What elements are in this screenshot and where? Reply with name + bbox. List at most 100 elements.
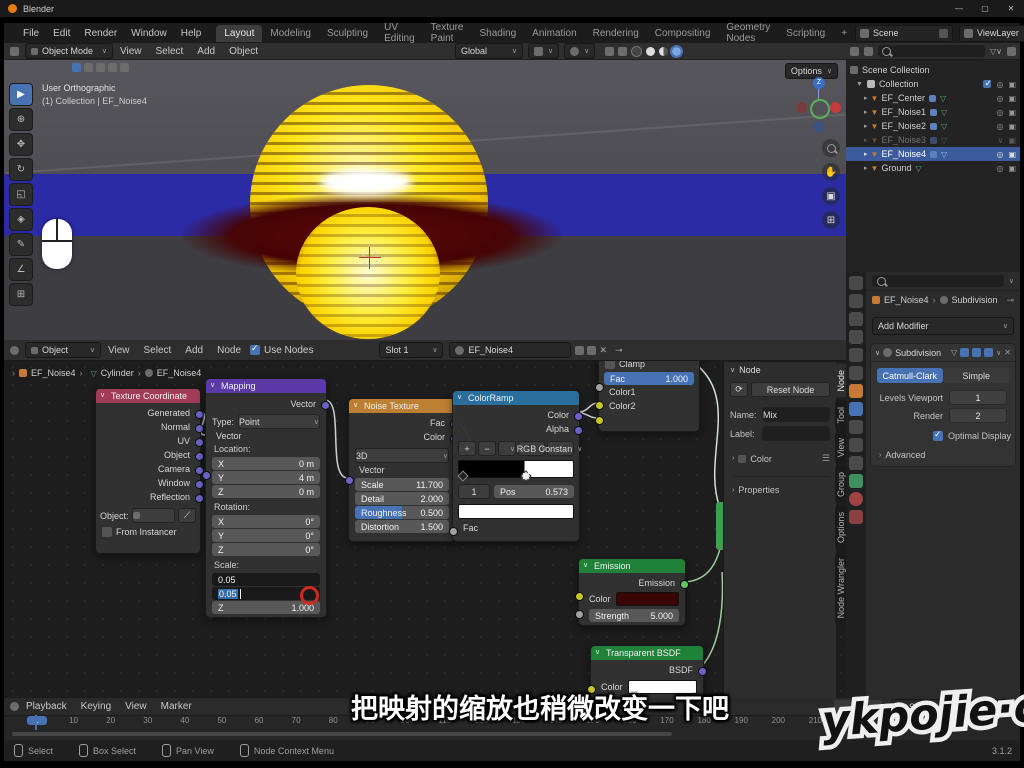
camera-view-icon[interactable]: ▣ (822, 187, 840, 205)
close-button[interactable]: ✕ (998, 0, 1024, 17)
tab-physics-icon[interactable] (849, 438, 863, 452)
alpha-output[interactable]: Alpha (453, 422, 579, 436)
node-output-socket[interactable]: Window (96, 476, 200, 490)
scene-selector[interactable]: Scene (855, 25, 953, 42)
topbar-menu-item[interactable]: Edit (46, 28, 77, 39)
frame-tick[interactable]: 30 (129, 716, 166, 725)
tab-particles-icon[interactable] (849, 420, 863, 434)
rotation-x[interactable]: X0° (212, 515, 320, 528)
color-expander-icon[interactable]: › (732, 455, 734, 462)
node-mix-cropped[interactable]: Clamp Fac1.000 Color1 Color2 (598, 354, 700, 432)
outliner-row-object[interactable]: ▸ ▼ EF_Center ▽ ◎▣ (846, 91, 1020, 105)
color-output[interactable]: Color (453, 408, 579, 422)
timeline-menu-item[interactable]: Marker (154, 701, 199, 712)
rotation-z[interactable]: Z0° (212, 543, 320, 556)
editor-menu-item[interactable]: Add (178, 345, 210, 356)
node-label-field[interactable] (762, 426, 830, 441)
editor-menu-item[interactable]: View (101, 345, 137, 356)
pan-view-icon[interactable]: ✋ (822, 163, 840, 181)
tab-scene-icon[interactable] (849, 348, 863, 362)
node-mapping[interactable]: Mapping Vector Type: Point Vector Locati… (205, 378, 327, 618)
shader-editor[interactable]: Object ViewSelectAddNode Use Nodes Slot … (4, 340, 846, 698)
hide-eye-icon[interactable]: ◎ (996, 150, 1003, 159)
minimize-button[interactable]: — (946, 0, 972, 17)
breadcrumb-material[interactable]: EF_Noise4 (157, 368, 202, 378)
viewport-3d[interactable]: Object Mode ViewSelectAddObject Global (4, 43, 846, 340)
tab-modifiers-wrench-icon[interactable] (849, 402, 863, 416)
mode-dropdown[interactable]: Object Mode (25, 43, 113, 59)
hide-eye-icon[interactable]: ◎ (996, 164, 1003, 173)
add-stop-button[interactable]: + (458, 441, 476, 456)
render-camera-icon[interactable]: ▣ (1008, 122, 1016, 131)
delete-modifier-icon[interactable]: ✕ (1004, 348, 1011, 357)
shading-wireframe-icon[interactable] (631, 46, 642, 57)
gizmo-z-axis[interactable]: Z (813, 77, 825, 89)
scale-tool[interactable]: ◱ (9, 183, 33, 206)
viewport-menu-item[interactable]: View (113, 46, 149, 57)
hide-eye-icon[interactable]: ◎ (996, 122, 1003, 131)
tab-constraints-icon[interactable] (849, 456, 863, 470)
node-output-socket[interactable]: Generated (96, 406, 200, 420)
node-output-socket[interactable]: Object (96, 448, 200, 462)
render-camera-icon[interactable]: ▣ (1008, 136, 1016, 145)
measure-tool[interactable]: ∠ (9, 258, 33, 281)
collection-toggle-icon[interactable] (96, 63, 105, 72)
expander-icon[interactable]: ▸ (850, 94, 868, 102)
workspace-tab[interactable]: Modeling (262, 25, 319, 42)
outliner-row-collection[interactable]: ▼ Collection ◎▣ (846, 77, 1020, 91)
detail-slider[interactable]: Detail2.000 (355, 492, 449, 505)
orientation-dropdown[interactable]: Global (455, 43, 523, 59)
tab-tool-icon[interactable] (849, 276, 863, 290)
outliner-filter-id-icon[interactable] (864, 47, 873, 56)
gizmo-x-axis[interactable] (830, 102, 841, 113)
topbar-menu-item[interactable]: Help (174, 28, 209, 39)
proportional-edit-dropdown[interactable] (564, 43, 595, 59)
collection-checkbox[interactable] (983, 80, 991, 88)
outliner-display-mode-icon[interactable] (850, 47, 859, 56)
timeline-scrollbar[interactable] (12, 732, 672, 736)
node-output-socket[interactable]: Normal (96, 420, 200, 434)
sidebar-tab[interactable]: Tool (835, 401, 846, 430)
node-noise-texture[interactable]: Noise Texture Fac Color 3D Vector Scale1… (348, 398, 456, 542)
shading-rendered-icon[interactable] (672, 47, 681, 56)
render-camera-icon[interactable]: ▣ (1008, 94, 1016, 103)
node-texture-coordinate[interactable]: Texture Coordinate GeneratedNormalUVObje… (95, 388, 201, 554)
sidebar-tab[interactable]: Group (835, 466, 846, 503)
eyedropper-icon[interactable]: ⟋ (178, 508, 196, 523)
vector-output[interactable]: Vector (206, 397, 326, 411)
tab-texture-icon[interactable] (849, 510, 863, 524)
from-instancer-checkbox[interactable] (102, 527, 112, 537)
shading-solid-icon[interactable] (646, 47, 655, 56)
ramp-stop-black[interactable] (457, 470, 468, 481)
rotate-tool[interactable]: ↻ (9, 158, 33, 181)
scale-slider[interactable]: Scale11.700 (355, 478, 449, 491)
refresh-icon[interactable]: ⟳ (730, 382, 748, 397)
ramp-tools-dropdown[interactable] (498, 441, 516, 456)
add-primitive-tool[interactable]: ⊞ (9, 283, 33, 306)
render-camera-icon[interactable]: ▣ (1008, 164, 1016, 173)
panel-expand-icon[interactable]: ∨ (875, 349, 880, 357)
expander-icon[interactable]: ▼ (850, 81, 863, 88)
shader-type-dropdown[interactable]: Object (25, 342, 101, 358)
presets-list-icon[interactable]: ☰ (822, 453, 830, 464)
node-header[interactable]: Texture Coordinate (96, 389, 200, 403)
sidebar-tab[interactable]: Options (835, 506, 846, 549)
shading-material-icon[interactable] (659, 47, 668, 56)
move-tool[interactable]: ✥ (9, 133, 33, 156)
sidebar-tab[interactable]: Node (835, 364, 846, 398)
workspace-tab[interactable]: Animation (524, 25, 584, 42)
expander-icon[interactable]: ▸ (850, 136, 868, 144)
color1-input[interactable]: Color1 (599, 385, 699, 399)
viewport-menu-item[interactable]: Add (190, 46, 222, 57)
vector-input[interactable]: Vector (349, 463, 455, 477)
remove-stop-button[interactable]: − (478, 441, 496, 456)
fac-slider[interactable]: Fac1.000 (604, 372, 694, 385)
node-colorramp[interactable]: ColorRamp Color Alpha + − RGB Constan 1 … (452, 390, 580, 542)
workspace-tab[interactable]: Layout (216, 25, 262, 42)
location-z[interactable]: Z0 m (212, 485, 320, 498)
viewport-menu-item[interactable]: Object (222, 46, 265, 57)
color2-input[interactable]: Color2 (599, 399, 699, 413)
tab-world-icon[interactable] (849, 366, 863, 380)
reset-node-button[interactable]: Reset Node (751, 382, 830, 397)
frame-tick[interactable]: 60 (240, 716, 277, 725)
